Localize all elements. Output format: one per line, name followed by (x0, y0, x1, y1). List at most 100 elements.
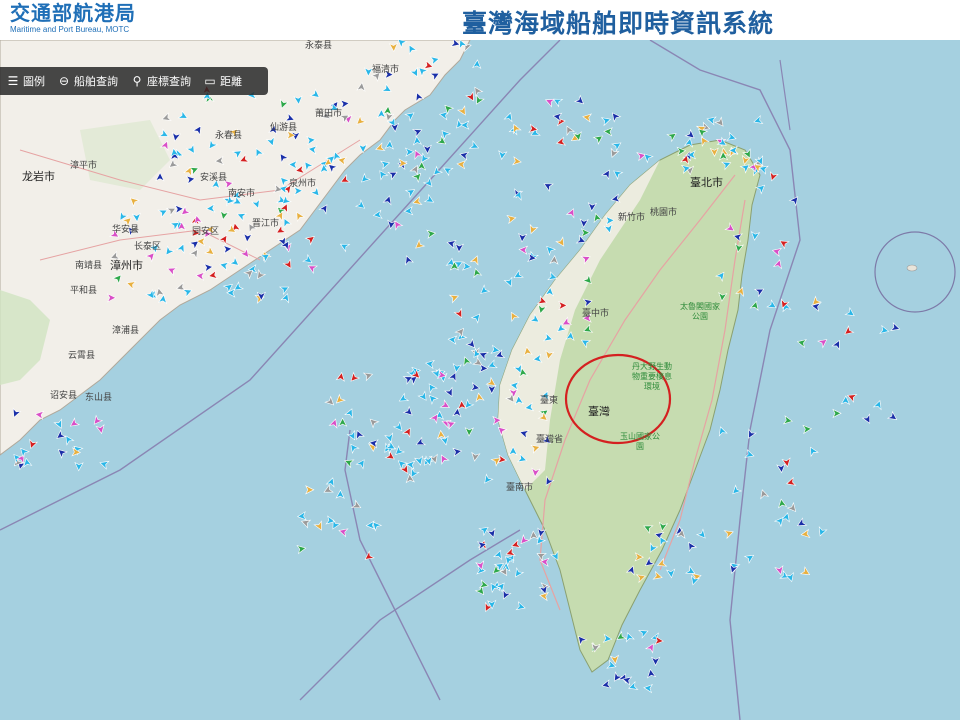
ship-marker[interactable] (435, 135, 448, 147)
ship-marker[interactable] (500, 588, 512, 601)
ship-marker[interactable] (518, 232, 528, 243)
ship-marker[interactable] (338, 527, 349, 538)
ship-marker[interactable] (367, 416, 380, 429)
ship-marker[interactable] (99, 459, 110, 470)
ship-marker[interactable] (379, 159, 391, 170)
ship-marker[interactable] (354, 199, 367, 211)
ship-marker[interactable] (771, 246, 783, 258)
ship-marker[interactable] (439, 128, 452, 141)
ship-marker[interactable] (768, 171, 779, 182)
ship-marker[interactable] (461, 261, 472, 271)
ship-marker[interactable] (387, 169, 399, 181)
ship-marker[interactable] (611, 140, 623, 152)
ship-marker[interactable] (423, 193, 436, 206)
ship-marker[interactable] (324, 395, 336, 408)
ship-marker[interactable] (411, 126, 423, 138)
ship-marker[interactable] (758, 489, 770, 500)
ship-marker[interactable] (603, 127, 613, 137)
ship-marker[interactable] (353, 429, 365, 441)
ship-marker[interactable] (280, 292, 291, 304)
ship-marker[interactable] (600, 115, 612, 127)
ship-marker[interactable] (807, 445, 819, 458)
ship-marker[interactable] (436, 429, 447, 440)
ship-marker[interactable] (518, 534, 531, 546)
ship-marker[interactable] (539, 591, 549, 602)
ship-marker[interactable] (56, 447, 68, 459)
ship-marker[interactable] (842, 325, 855, 337)
ship-marker[interactable] (717, 426, 728, 437)
ship-marker[interactable] (890, 322, 901, 333)
ship-marker[interactable] (831, 339, 843, 351)
ship-marker[interactable] (579, 218, 589, 229)
ship-marker[interactable] (403, 255, 414, 266)
ship-marker[interactable] (446, 239, 457, 250)
ship-marker[interactable] (726, 131, 737, 143)
ship-marker[interactable] (404, 110, 416, 122)
ship-marker[interactable] (611, 671, 624, 683)
ship-marker[interactable] (650, 656, 661, 667)
ship-marker[interactable] (387, 219, 397, 230)
ship-marker[interactable] (563, 124, 576, 136)
ship-marker[interactable] (580, 228, 591, 238)
ship-marker[interactable] (886, 410, 899, 423)
ship-marker[interactable] (753, 114, 764, 126)
ship-marker[interactable] (409, 164, 421, 176)
ship-marker[interactable] (335, 489, 345, 499)
ship-marker[interactable] (401, 426, 414, 438)
ship-marker[interactable] (426, 229, 437, 239)
ship-marker[interactable] (646, 668, 657, 679)
ship-marker[interactable] (27, 438, 39, 450)
ship-marker[interactable] (493, 549, 504, 561)
ship-marker[interactable] (552, 112, 563, 122)
ship-marker[interactable] (318, 203, 330, 215)
ship-marker[interactable] (454, 243, 465, 253)
ship-marker[interactable] (799, 566, 812, 578)
ship-marker[interactable] (63, 434, 75, 446)
ship-marker[interactable] (402, 405, 415, 418)
ship-marker[interactable] (684, 128, 696, 141)
ship-marker[interactable] (313, 520, 325, 532)
ship-marker[interactable] (472, 59, 482, 69)
ship-marker[interactable] (426, 382, 438, 394)
ship-marker[interactable] (442, 103, 455, 115)
ship-marker[interactable] (465, 338, 477, 350)
ship-marker[interactable] (471, 451, 481, 462)
ship-marker[interactable] (305, 485, 315, 495)
ship-marker[interactable] (384, 139, 394, 150)
ship-marker[interactable] (487, 384, 497, 395)
ship-marker[interactable] (832, 408, 842, 419)
ship-marker[interactable] (592, 133, 605, 145)
ship-marker[interactable] (478, 284, 491, 296)
ship-marker[interactable] (412, 149, 424, 161)
ship-marker[interactable] (611, 168, 624, 180)
ship-marker[interactable] (443, 386, 456, 399)
ship-marker[interactable] (872, 399, 884, 411)
ship-marker[interactable] (348, 442, 360, 454)
ship-marker[interactable] (544, 96, 556, 108)
ship-marker[interactable] (372, 209, 383, 219)
ship-marker[interactable] (587, 202, 598, 212)
ship-marker[interactable] (654, 635, 664, 646)
ship-marker[interactable] (498, 150, 508, 161)
ship-marker[interactable] (424, 359, 435, 370)
ship-marker[interactable] (392, 420, 405, 433)
ship-marker[interactable] (460, 120, 470, 130)
ship-marker[interactable] (786, 476, 797, 488)
ship-marker[interactable] (95, 424, 105, 435)
ship-marker[interactable] (359, 172, 371, 185)
ship-marker[interactable] (304, 233, 317, 246)
ship-marker[interactable] (452, 447, 463, 457)
ship-marker[interactable] (714, 116, 726, 128)
ship-marker[interactable] (452, 407, 462, 418)
ship-marker[interactable] (582, 113, 593, 123)
ship-marker[interactable] (487, 359, 498, 370)
ship-marker[interactable] (328, 418, 339, 429)
ship-marker[interactable] (685, 540, 698, 553)
ship-marker[interactable] (404, 147, 415, 157)
ship-marker[interactable] (486, 527, 497, 539)
ship-marker[interactable] (91, 414, 104, 427)
ship-marker[interactable] (426, 393, 439, 405)
ship-marker[interactable] (422, 176, 435, 189)
ship-marker[interactable] (384, 450, 396, 462)
ship-marker[interactable] (296, 544, 307, 555)
